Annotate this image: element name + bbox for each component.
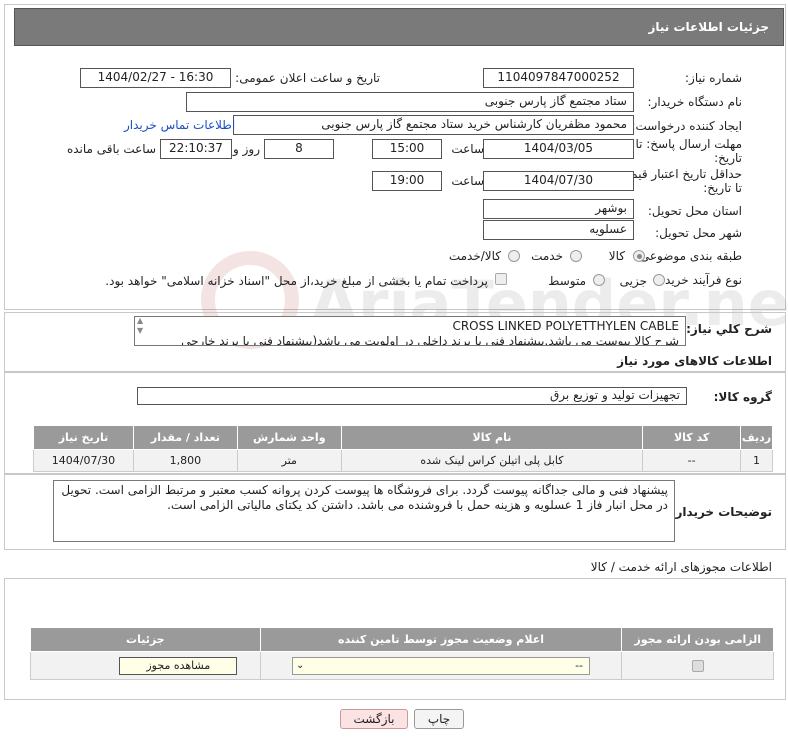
creator-label: ایجاد کننده درخواست: (631, 119, 742, 133)
process-medium-label: متوسط (548, 274, 586, 288)
process-minor-label: جزیی (619, 274, 647, 288)
description-textarea[interactable]: CROSS LINKED POLYETTHYLEN CABLE شرح کالا… (134, 316, 686, 346)
table-row: 1 -- کابل پلی اتیلن کراس لینک شده متر 1,… (33, 449, 773, 472)
validity-time-field: 19:00 (372, 171, 442, 191)
table-row: -- ⌄ مشاهده مجوز (30, 651, 774, 680)
province-label: استان محل تحویل: (647, 204, 742, 218)
category-goods-radio[interactable] (633, 250, 645, 262)
deadline-label-date: تاریخ: (714, 151, 742, 165)
col-status: اعلام وضعیت مجوز توسط تامین کننده (259, 627, 623, 652)
goods-table: ردیف کد کالا نام کالا واحد شمارش تعداد /… (33, 425, 773, 472)
time-remaining-field: 22:10:37 (160, 139, 232, 159)
announce-date-field: 1404/02/27 - 16:30 (80, 68, 231, 88)
province-field: بوشهر (483, 199, 634, 219)
buyer-org-label: نام دستگاه خریدار: (647, 95, 743, 109)
category-service-radio[interactable] (570, 250, 582, 262)
goods-group-field: تجهیزات تولید و توزیع برق (137, 387, 687, 405)
process-minor-radio[interactable] (653, 274, 665, 286)
col-unit: واحد شمارش (236, 425, 342, 450)
cell-unit: متر (236, 449, 342, 472)
buyer-contact-link[interactable]: اطلاعات تماس خریدار (124, 118, 235, 132)
city-label: شهر محل تحویل: (655, 226, 742, 240)
category-both-radio[interactable] (508, 250, 520, 262)
need-number-field: 1104097847000252 (483, 68, 634, 88)
description-scroll-arrows[interactable]: ▲ ▼ (137, 316, 147, 346)
cell-code: -- (642, 449, 742, 472)
validity-date-field: 1404/07/30 (483, 171, 634, 191)
treasury-note: پرداخت تمام یا بخشی از مبلغ خرید،از محل … (105, 274, 488, 288)
cell-name: کابل پلی اتیلن کراس لینک شده (340, 449, 644, 472)
announce-date-label: تاریخ و ساعت اعلان عمومی: (235, 71, 380, 85)
chevron-down-icon: ⌄ (296, 659, 305, 671)
category-both-label: کالا/خدمت (448, 249, 501, 263)
cell-date: 1404/07/30 (33, 449, 134, 472)
buyer-org-field: ستاد مجتمع گاز پارس جنوبی (186, 92, 634, 112)
col-date: تاریخ نیاز (33, 425, 134, 450)
city-field: عسلویه (483, 220, 634, 240)
page-title: جزئیات اطلاعات نیاز (648, 20, 769, 34)
category-label: طبقه بندی موضوعی: (635, 249, 742, 263)
deadline-time-label: ساعت (451, 142, 484, 156)
need-number-label: شماره نیاز: (685, 71, 742, 85)
category-goods-label: کالا (608, 249, 625, 263)
days-remaining-field: 8 (264, 139, 334, 159)
cell-qty: 1,800 (132, 449, 238, 472)
validity-time-label: ساعت (451, 174, 484, 188)
permit-status-select[interactable]: -- ⌄ (292, 656, 591, 675)
buyer-notes-textarea[interactable]: پیشنهاد فنی و مالی جداگانه پیوست گردد. ب… (53, 480, 675, 542)
description-line-1: CROSS LINKED POLYETTHYLEN CABLE (452, 319, 679, 333)
validity-label: حداقل تاریخ اعتبار قیمت: (615, 167, 742, 181)
deadline-date-field: 1404/03/05 (483, 139, 634, 159)
time-remaining-label: ساعت باقی مانده (66, 142, 156, 156)
permits-table-header: الزامی بودن ارائه مجوز اعلام وضعیت مجوز … (30, 627, 774, 652)
treasury-checkbox[interactable] (495, 273, 507, 285)
permit-required-checkbox (691, 660, 704, 672)
print-button[interactable]: چاپ (414, 709, 464, 729)
deadline-time-field: 15:00 (372, 139, 442, 159)
permit-status-value: -- (575, 658, 584, 672)
description-label: شرح كلي نياز: (686, 322, 772, 336)
view-permit-button[interactable]: مشاهده مجوز (119, 656, 238, 675)
permits-section-title: اطلاعات مجوزهای ارائه خدمت / کالا (590, 560, 772, 574)
cell-row: 1 (740, 449, 773, 472)
creator-field: محمود مظفریان کارشناس خرید ستاد مجتمع گا… (233, 115, 634, 135)
goods-group-label: گروه کالا: (713, 390, 772, 404)
permits-table: الزامی بودن ارائه مجوز اعلام وضعیت مجوز … (30, 627, 774, 680)
title-bar: جزئیات اطلاعات نیاز (14, 8, 784, 46)
col-code: کد کالا (642, 425, 742, 450)
col-details: جزئیات (30, 627, 261, 652)
goods-table-header: ردیف کد کالا نام کالا واحد شمارش تعداد /… (33, 425, 773, 450)
validity-label-date: تا تاریخ: (703, 181, 742, 195)
description-line-2: شرح کالا پیوست می باشد.پیشنهاد فنی با بر… (181, 334, 679, 346)
process-type-label: نوع فرآیند خرید : (657, 273, 742, 287)
buyer-notes-label: توضیحات خریدار: (670, 505, 772, 519)
days-label: روز و (233, 142, 260, 156)
back-button[interactable]: بازگشت (340, 709, 408, 729)
col-name: نام کالا (340, 425, 644, 450)
col-required: الزامی بودن ارائه مجوز (621, 627, 774, 652)
col-row: ردیف (740, 425, 773, 450)
col-qty: تعداد / مقدار (132, 425, 238, 450)
category-service-label: خدمت (531, 249, 563, 263)
goods-section-title: اطلاعات کالاهای مورد نیاز (617, 354, 772, 368)
process-medium-radio[interactable] (593, 274, 605, 286)
deadline-label: مهلت ارسال پاسخ: تا (635, 137, 742, 151)
